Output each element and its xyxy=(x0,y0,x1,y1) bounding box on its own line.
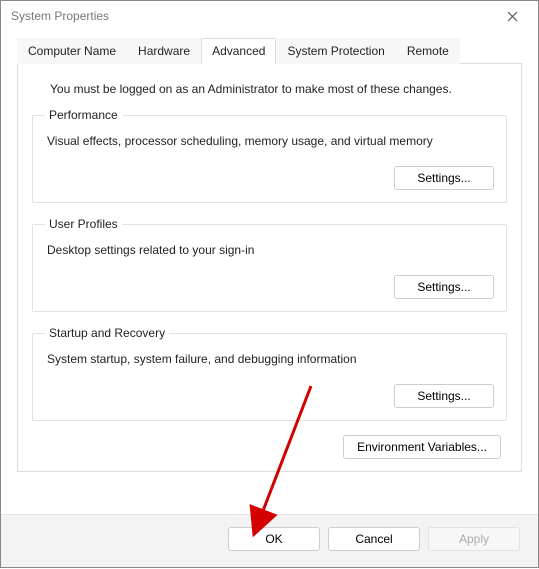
tab-remote[interactable]: Remote xyxy=(396,38,460,64)
cancel-button[interactable]: Cancel xyxy=(328,527,420,551)
performance-group: Performance Visual effects, processor sc… xyxy=(32,108,507,203)
user-profiles-legend: User Profiles xyxy=(45,217,122,231)
performance-desc: Visual effects, processor scheduling, me… xyxy=(47,134,494,148)
performance-settings-button[interactable]: Settings... xyxy=(394,166,494,190)
startup-recovery-settings-button[interactable]: Settings... xyxy=(394,384,494,408)
tab-hardware[interactable]: Hardware xyxy=(127,38,201,64)
startup-recovery-legend: Startup and Recovery xyxy=(45,326,169,340)
tab-strip: Computer Name Hardware Advanced System P… xyxy=(17,37,522,64)
dialog-content: Computer Name Hardware Advanced System P… xyxy=(1,31,538,482)
tab-advanced[interactable]: Advanced xyxy=(201,38,276,64)
admin-notice-text: You must be logged on as an Administrato… xyxy=(50,82,507,96)
dialog-footer: OK Cancel Apply xyxy=(1,514,538,567)
close-icon xyxy=(507,11,518,22)
startup-recovery-group: Startup and Recovery System startup, sys… xyxy=(32,326,507,421)
user-profiles-desc: Desktop settings related to your sign-in xyxy=(47,243,494,257)
user-profiles-settings-button[interactable]: Settings... xyxy=(394,275,494,299)
window-title: System Properties xyxy=(11,9,492,23)
startup-recovery-desc: System startup, system failure, and debu… xyxy=(47,352,494,366)
titlebar: System Properties xyxy=(1,1,538,31)
user-profiles-group: User Profiles Desktop settings related t… xyxy=(32,217,507,312)
tab-computer-name[interactable]: Computer Name xyxy=(17,38,127,64)
apply-button: Apply xyxy=(428,527,520,551)
tab-page-advanced: You must be logged on as an Administrato… xyxy=(17,64,522,472)
tab-system-protection[interactable]: System Protection xyxy=(276,38,395,64)
performance-legend: Performance xyxy=(45,108,122,122)
environment-variables-button[interactable]: Environment Variables... xyxy=(343,435,501,459)
close-button[interactable] xyxy=(492,3,532,29)
ok-button[interactable]: OK xyxy=(228,527,320,551)
